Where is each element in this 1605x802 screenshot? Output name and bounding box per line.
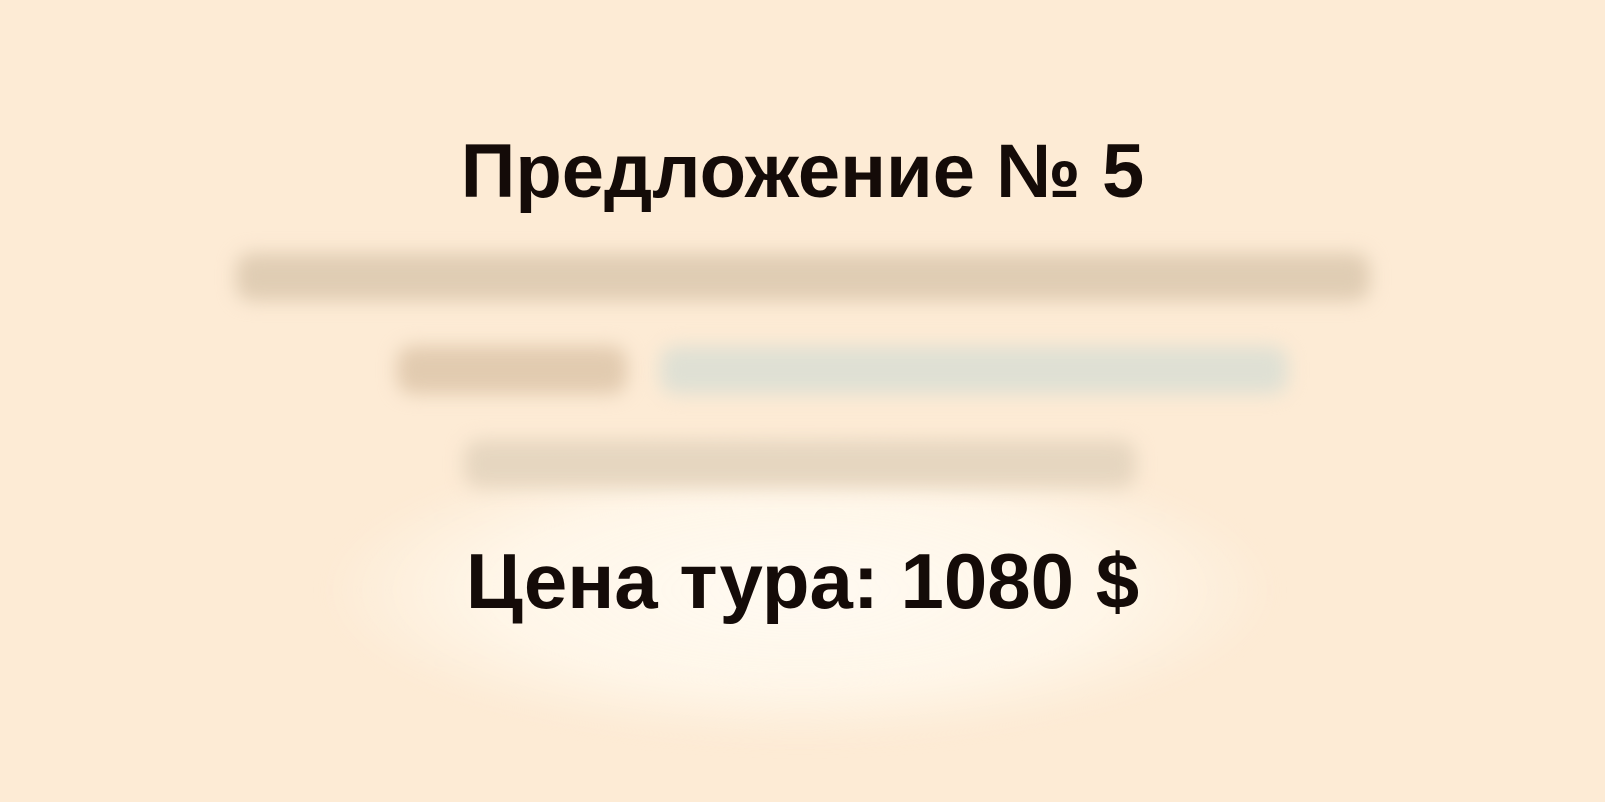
tour-price: Цена тура: 1080 $ [465, 537, 1140, 625]
blurred-detail-label [397, 346, 627, 394]
offer-title: Предложение № 5 [460, 129, 1145, 214]
offer-card: Предложение № 5 Цена тура: 1080 $ [0, 0, 1605, 802]
blurred-description-line [236, 253, 1370, 301]
blurred-detail-value [660, 346, 1288, 394]
blurred-summary-line [464, 440, 1136, 488]
